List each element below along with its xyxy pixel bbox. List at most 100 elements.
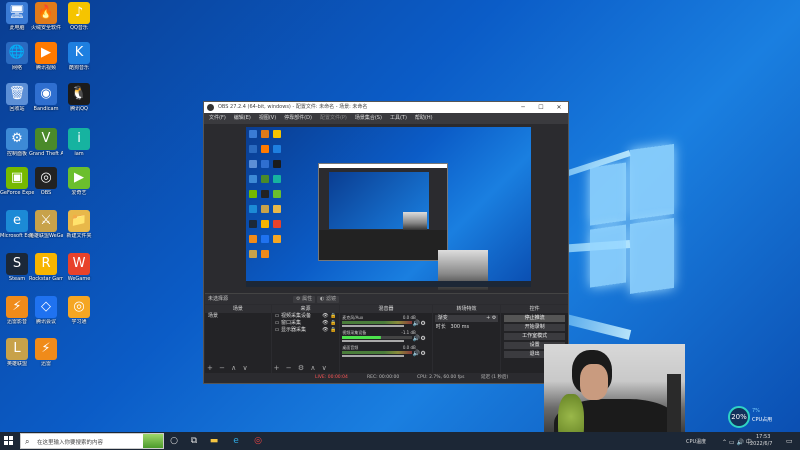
menu-help[interactable]: 帮助(H) xyxy=(415,113,433,124)
source-item[interactable]: ▭ 视频采集设备 👁 🔒 xyxy=(272,313,340,320)
volume-slider[interactable] xyxy=(342,340,405,342)
app-icon: 🐧 xyxy=(68,83,90,105)
menu-profile[interactable]: 配置文件(P) xyxy=(320,113,347,124)
desktop-icon[interactable]: VGrand Theft Auto V xyxy=(29,128,63,157)
menu-edit[interactable]: 编辑(E) xyxy=(234,113,251,124)
volume-slider[interactable] xyxy=(342,325,405,327)
desktop-icon[interactable]: ◉ Bandicam xyxy=(29,83,63,112)
scenes-toolbar[interactable]: + − ∧ ∨ xyxy=(207,364,250,372)
desktop-icon[interactable]: ◎ 学习通 xyxy=(62,296,96,325)
app-icon: V xyxy=(35,128,57,150)
desktop-icon[interactable]: ◎ OBS xyxy=(29,167,63,196)
app-icon: 🗑 xyxy=(6,83,28,105)
preview-desktop-capture xyxy=(246,127,531,290)
desktop-icon-label: OBS xyxy=(40,190,52,196)
properties-button[interactable]: ⚙ 属性 xyxy=(293,296,316,303)
preview-desktop-icon xyxy=(249,190,257,198)
preview-desktop-icon xyxy=(261,160,269,168)
delay-status: 延迟 (1 秒后) xyxy=(481,375,509,380)
maximize-icon[interactable]: ☐ xyxy=(532,102,550,113)
studio-mode-button[interactable]: 工作室模式 xyxy=(504,333,565,340)
app-icon: 🌐 xyxy=(6,42,28,64)
desktop-icon[interactable]: 🐧 腾讯QQ xyxy=(62,83,96,112)
speaker-icon[interactable]: 🔊⚙ xyxy=(413,335,426,342)
speaker-icon[interactable]: 🔊⚙ xyxy=(413,350,426,357)
stop-streaming-button[interactable]: 停止推流 xyxy=(504,315,565,322)
controls-dock-title: 控件 xyxy=(501,305,568,313)
edge-taskbar-icon[interactable]: e xyxy=(230,435,242,447)
obs-taskbar-icon[interactable]: ◎ xyxy=(252,435,264,447)
source-item[interactable]: ▭ 窗口采集 👁 🔒 xyxy=(272,320,340,327)
sources-toolbar[interactable]: + − ⚙ ∧ ∨ xyxy=(274,364,329,372)
desktop-icon[interactable]: ⚔英雄联盟WeGame版 xyxy=(29,210,63,239)
preview-desktop-icon xyxy=(249,250,257,258)
transition-select[interactable]: 渐变 + ⚙ xyxy=(434,315,499,322)
speaker-icon[interactable]: 🔊⚙ xyxy=(413,320,426,327)
desktop-icon[interactable]: 📁 新建文件夹 xyxy=(62,210,96,239)
desktop-icon[interactable]: ▶ 腾讯视频 xyxy=(29,42,63,71)
menu-file[interactable]: 文件(F) xyxy=(209,113,226,124)
close-icon[interactable]: ✕ xyxy=(550,102,568,113)
taskbar-search[interactable]: ⌕ 在这里输入你要搜索的内容 xyxy=(20,433,164,449)
cortana-icon[interactable]: ○ xyxy=(168,435,180,447)
desktop-icon[interactable]: K 酷狗音乐 xyxy=(62,42,96,71)
mixer-channel: 麦克风/Aux 0.0 dB 🔊⚙ xyxy=(342,315,426,327)
desktop-icon[interactable]: W WeGame xyxy=(62,253,96,282)
obs-statusbar: LIVE: 00:00:04 REC: 00:00:00 CPU: 2.7%, … xyxy=(205,373,568,382)
app-icon: ◇ xyxy=(35,296,57,318)
preview-desktop-icon xyxy=(273,145,281,153)
transitions-dock-title: 转场特效 xyxy=(432,305,501,313)
minimize-icon[interactable]: ─ xyxy=(514,102,532,113)
source-toolbar: 未选择源 ⚙ 属性 ◐ 滤镜 xyxy=(205,293,568,304)
obs-window[interactable]: OBS 27.2.4 (64-bit, windows) - 配置文件: 未命名… xyxy=(203,101,569,384)
scenes-dock-title: 场景 xyxy=(205,305,271,313)
desktop-icon[interactable]: ♪ QQ音乐 xyxy=(62,2,96,31)
sources-dock-title: 来源 xyxy=(271,305,340,313)
preview-desktop-icon xyxy=(249,160,257,168)
desktop-icon[interactable]: ◇ 腾讯会议 xyxy=(29,296,63,325)
file-explorer-icon[interactable]: ▬ xyxy=(208,435,220,447)
preview-desktop-icon xyxy=(273,205,281,213)
menu-scene-collection[interactable]: 场景集合(S) xyxy=(355,113,382,124)
volume-slider[interactable] xyxy=(342,355,405,357)
clock-date[interactable]: 2022/6/7 xyxy=(750,441,772,447)
app-icon: ▶ xyxy=(68,167,90,189)
transitions-dock: 转场特效 渐变 + ⚙ 时长 300 ms xyxy=(432,305,501,373)
filters-button[interactable]: ◐ 滤镜 xyxy=(317,296,339,303)
notification-icon[interactable]: ▭ xyxy=(786,437,793,445)
menu-tools[interactable]: 工具(T) xyxy=(390,113,407,124)
obs-preview[interactable] xyxy=(205,125,568,292)
desktop-icon[interactable]: ⚡ 迅雷 xyxy=(29,338,63,367)
preview-desktop-icon xyxy=(261,235,269,243)
desktop-icon[interactable]: ▶ 爱奇艺 xyxy=(62,167,96,196)
start-recording-button[interactable]: 开始录制 xyxy=(504,324,565,331)
desktop-icon[interactable]: i iam xyxy=(62,128,96,157)
app-icon: 🖥 xyxy=(6,2,28,24)
desktop-icon[interactable]: RRockstar Games xyxy=(29,253,63,282)
preview-desktop-icon xyxy=(273,190,281,198)
menu-docks[interactable]: 停靠部件(D) xyxy=(284,113,312,124)
preview-desktop-icon xyxy=(261,145,269,153)
mixer-channel: 视频采集设备 -1.1 dB 🔊⚙ xyxy=(342,330,426,342)
source-item[interactable]: ▭ 显示器采集 👁 🔒 xyxy=(272,327,340,334)
tray-icons[interactable]: ⌃ ▭ 🔊 中 xyxy=(722,437,752,446)
scene-item[interactable]: 场景 xyxy=(205,313,271,320)
task-view-icon[interactable]: ⧉ xyxy=(188,435,200,447)
obs-titlebar[interactable]: OBS 27.2.4 (64-bit, windows) - 配置文件: 未命名… xyxy=(204,102,568,113)
app-icon: ⚡ xyxy=(6,296,28,318)
start-button[interactable] xyxy=(4,436,14,446)
desktop-icon-label: 爱奇艺 xyxy=(71,190,87,196)
menu-view[interactable]: 视图(V) xyxy=(259,113,276,124)
clock-time[interactable]: 17:53 xyxy=(756,434,770,440)
performance-widget[interactable]: 20% 7% CPU占用 xyxy=(728,406,778,428)
search-icon: ⌕ xyxy=(25,437,30,446)
desktop-icon-label: Rockstar Games xyxy=(29,276,63,282)
windows-logo-wallpaper xyxy=(590,143,674,295)
live-status: LIVE: 00:00:04 xyxy=(315,375,348,380)
transition-duration[interactable]: 时长 300 ms xyxy=(433,324,501,331)
preview-desktop-icon xyxy=(273,160,281,168)
perf-label: CPU占用 xyxy=(752,417,773,423)
desktop-icon[interactable]: 🔥 火绒安全软件 xyxy=(29,2,63,31)
search-highlight-image xyxy=(143,434,163,448)
search-placeholder: 在这里输入你要搜索的内容 xyxy=(37,440,104,446)
